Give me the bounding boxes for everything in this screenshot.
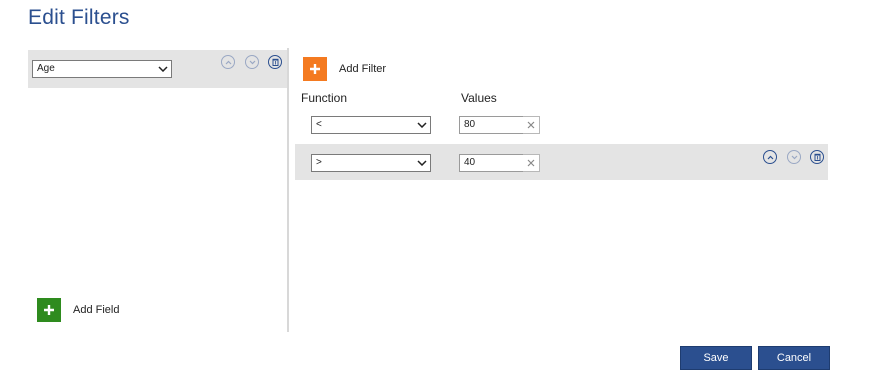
chevron-down-icon	[249, 60, 255, 64]
delete-filter-button[interactable]	[810, 150, 824, 164]
trash-icon	[814, 153, 820, 161]
cancel-button[interactable]: Cancel	[758, 346, 830, 370]
function-header: Function	[301, 91, 348, 105]
value-input[interactable]: 40	[459, 154, 525, 172]
function-select-value: >	[316, 157, 322, 168]
save-button[interactable]: Save	[680, 346, 752, 370]
field-row[interactable]: Age	[28, 50, 287, 88]
close-icon	[527, 121, 535, 129]
add-field-button[interactable]	[37, 298, 61, 322]
move-up-button[interactable]	[221, 55, 235, 69]
value-input[interactable]: 80	[459, 116, 525, 134]
chevron-down-icon	[155, 61, 171, 77]
move-down-button[interactable]	[245, 55, 259, 69]
add-filter-label[interactable]: Add Filter	[339, 63, 386, 75]
chevron-down-icon	[791, 155, 797, 159]
field-select[interactable]: Age	[32, 60, 172, 78]
field-select-value: Age	[37, 63, 55, 74]
add-field-label[interactable]: Add Field	[73, 304, 119, 316]
move-down-button[interactable]	[787, 150, 801, 164]
chevron-down-icon	[414, 155, 430, 171]
panel-divider	[287, 48, 289, 332]
function-select[interactable]: <	[311, 116, 431, 134]
add-filter-button[interactable]	[303, 57, 327, 81]
function-select[interactable]: >	[311, 154, 431, 172]
close-icon	[527, 159, 535, 167]
chevron-down-icon	[414, 117, 430, 133]
plus-icon	[310, 64, 320, 74]
function-select-value: <	[316, 119, 322, 130]
plus-icon	[44, 305, 54, 315]
chevron-up-icon	[225, 60, 231, 64]
values-header: Values	[461, 91, 497, 105]
delete-field-button[interactable]	[268, 55, 282, 69]
page-title: Edit Filters	[28, 6, 130, 29]
clear-value-button[interactable]	[523, 116, 540, 134]
move-up-button[interactable]	[763, 150, 777, 164]
clear-value-button[interactable]	[523, 154, 540, 172]
trash-icon	[272, 58, 278, 66]
chevron-up-icon	[767, 155, 773, 159]
